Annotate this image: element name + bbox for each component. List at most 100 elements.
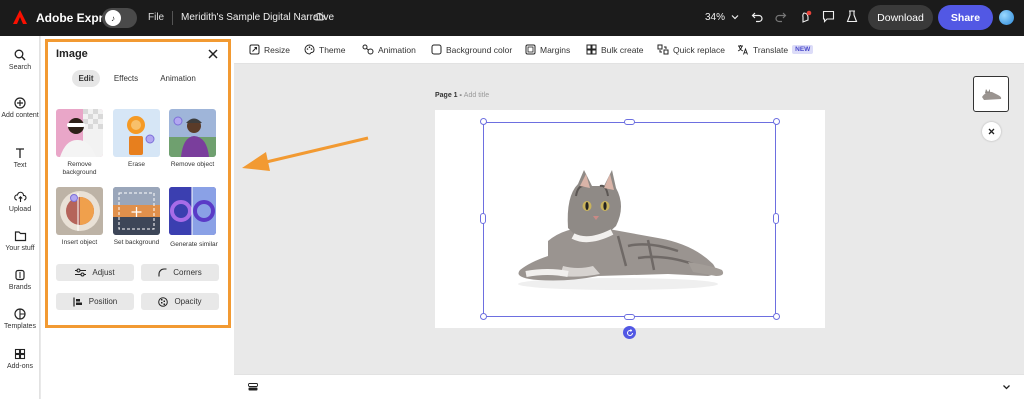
corner-radius-icon xyxy=(158,268,167,277)
margins-icon xyxy=(525,44,536,55)
adobe-logo-icon[interactable] xyxy=(12,9,28,25)
resize-handle[interactable] xyxy=(480,118,487,125)
tool-bulk-create[interactable]: Bulk create xyxy=(586,44,644,55)
tool-label: Resize xyxy=(264,44,290,55)
adjust-button[interactable]: Adjust xyxy=(56,264,134,281)
rail-item-search[interactable]: Search xyxy=(0,49,40,71)
rail-item-label: Text xyxy=(13,162,27,169)
erase-thumbnail xyxy=(127,116,155,155)
rail-item-label: Add-ons xyxy=(6,363,34,370)
comment-icon[interactable] xyxy=(822,10,835,23)
tile-label: Remove background xyxy=(62,161,97,176)
tool-label: Bulk create xyxy=(601,44,644,55)
resize-handle[interactable] xyxy=(773,313,780,320)
rail-item-text[interactable]: Text xyxy=(0,147,40,169)
remove-background-thumbnail xyxy=(60,109,103,157)
rail-item-label: Search xyxy=(8,64,32,71)
tool-label: Translate xyxy=(753,44,789,55)
generate-similar-tile[interactable] xyxy=(169,187,216,235)
rail-item-your-stuff[interactable]: Your stuff xyxy=(0,230,40,252)
rail-item-templates[interactable]: Templates xyxy=(0,308,40,330)
upload-icon xyxy=(13,191,27,202)
insert-object-tile[interactable] xyxy=(56,187,103,235)
brand-icon xyxy=(15,269,25,281)
set-background-thumbnail xyxy=(113,187,160,235)
chevron-down-icon[interactable] xyxy=(1002,383,1011,391)
tool-theme[interactable]: Theme xyxy=(304,44,345,55)
close-icon[interactable] xyxy=(208,49,218,59)
rotate-icon xyxy=(626,328,633,336)
position-button[interactable]: Position xyxy=(56,293,134,310)
page-thumbnail[interactable] xyxy=(973,76,1009,112)
remove-background-tile[interactable] xyxy=(56,109,103,157)
resize-handle[interactable] xyxy=(624,314,635,320)
tab-edit[interactable]: Edit xyxy=(72,70,100,87)
bulk-create-icon xyxy=(586,44,597,55)
folder-icon xyxy=(14,231,26,242)
palette-icon xyxy=(304,44,315,55)
share-button[interactable]: Share xyxy=(938,5,993,30)
translate-icon xyxy=(737,45,748,55)
tool-margins[interactable]: Margins xyxy=(525,44,570,55)
quick-replace-icon xyxy=(657,44,669,55)
file-menu[interactable]: File xyxy=(148,12,164,23)
top-bar: Adobe Express ♪ File Meridith's Sample D… xyxy=(0,0,1024,36)
tool-background-color[interactable]: Background color xyxy=(431,44,512,55)
resize-handle[interactable] xyxy=(480,213,486,224)
rotate-handle[interactable] xyxy=(623,326,636,339)
tool-animation[interactable]: Animation xyxy=(362,44,416,55)
set-background-tile[interactable] xyxy=(113,187,160,235)
tab-animation[interactable]: Animation xyxy=(155,70,201,87)
close-pages-button[interactable] xyxy=(982,122,1001,141)
rail-item-add-ons[interactable]: Add-ons xyxy=(0,348,40,370)
add-title-link[interactable]: Add title xyxy=(464,92,489,99)
page-label: Page 1 - Add title xyxy=(435,92,489,99)
animation-icon xyxy=(362,44,374,55)
panel-title: Image xyxy=(56,48,88,60)
tool-label: Animation xyxy=(378,44,416,55)
resize-handle[interactable] xyxy=(773,118,780,125)
page-number: Page 1 - xyxy=(435,92,464,99)
zoom-level[interactable]: 34% xyxy=(705,12,725,23)
tool-label: Background color xyxy=(446,44,513,55)
tile-label: Generate similar xyxy=(170,241,218,248)
divider xyxy=(172,11,173,25)
insert-object-thumbnail xyxy=(60,191,100,231)
rail-item-label: Brands xyxy=(8,284,32,291)
tab-effects[interactable]: Effects xyxy=(108,70,144,87)
selection-box[interactable] xyxy=(483,122,776,317)
resize-handle[interactable] xyxy=(773,213,779,224)
resize-handle[interactable] xyxy=(480,313,487,320)
tool-quick-replace[interactable]: Quick replace xyxy=(657,44,725,55)
align-left-icon xyxy=(73,297,82,306)
tile-label: Insert object xyxy=(61,239,98,246)
redo-icon[interactable] xyxy=(774,10,787,23)
opacity-label: Opacity xyxy=(174,297,202,306)
rail-item-brands[interactable]: Brands xyxy=(0,269,40,291)
document-title[interactable]: Meridith's Sample Digital Narrative xyxy=(181,12,334,23)
adjust-label: Adjust xyxy=(92,268,115,277)
sliders-icon xyxy=(75,268,87,277)
keyboard-icon[interactable] xyxy=(248,383,258,391)
remove-object-thumbnail xyxy=(169,116,216,157)
undo-icon[interactable] xyxy=(751,10,764,23)
opacity-button[interactable]: Opacity xyxy=(141,293,219,310)
rail-item-add-content[interactable]: Add content xyxy=(0,97,40,120)
chevron-down-icon[interactable] xyxy=(731,13,739,21)
resize-handle[interactable] xyxy=(624,119,635,125)
text-icon xyxy=(16,148,24,158)
sparkle-notification-icon[interactable] xyxy=(799,10,812,24)
rail-item-upload[interactable]: Upload xyxy=(0,191,40,213)
erase-tile[interactable] xyxy=(113,109,160,157)
download-button[interactable]: Download xyxy=(868,5,933,30)
remove-object-tile[interactable] xyxy=(169,109,216,157)
templates-icon xyxy=(14,308,26,320)
tool-resize[interactable]: Resize xyxy=(249,44,290,55)
corners-button[interactable]: Corners xyxy=(141,264,219,281)
rail-item-label: Your stuff xyxy=(5,245,35,252)
page-thumbnail-image xyxy=(982,89,1002,100)
beaker-icon[interactable] xyxy=(846,10,858,23)
tool-translate[interactable]: Translate NEW xyxy=(737,44,814,55)
avatar[interactable] xyxy=(999,10,1014,25)
rail-item-label: Upload xyxy=(8,206,32,213)
